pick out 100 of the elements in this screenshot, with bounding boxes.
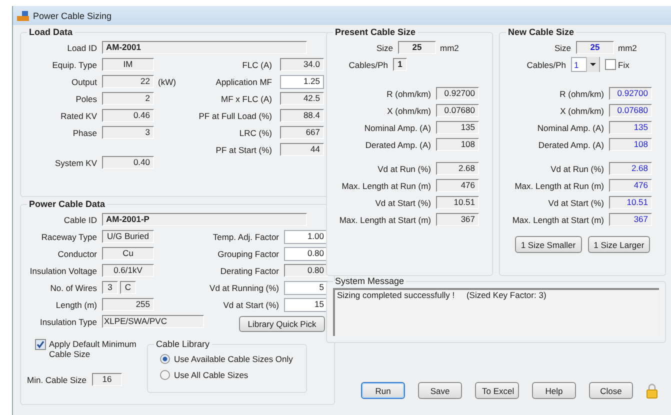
field-label: R (ohm/km) bbox=[558, 88, 605, 98]
size-step-button[interactable]: 1 Size Smaller bbox=[514, 236, 582, 253]
message-text: Sizing completed successfully ! (Sized Key Factor: 3) bbox=[333, 288, 659, 336]
value-field[interactable]: 0.07680 bbox=[436, 104, 479, 117]
value-field[interactable]: 16 bbox=[92, 373, 122, 386]
value-field[interactable]: 3 bbox=[102, 281, 118, 294]
value-field[interactable]: C bbox=[120, 281, 136, 294]
field-label: LRC (%) bbox=[238, 128, 273, 138]
panel-title: Power Cable Data bbox=[28, 199, 106, 209]
value-field[interactable]: 367 bbox=[609, 213, 652, 226]
field-label: Temp. Adj. Factor bbox=[212, 232, 280, 242]
field-label: Grouping Factor bbox=[216, 248, 280, 258]
value-field[interactable]: 135 bbox=[436, 121, 479, 134]
value-field[interactable]: IM bbox=[102, 58, 154, 71]
value-field[interactable]: 0.92700 bbox=[436, 87, 479, 100]
value-field[interactable]: 0.07680 bbox=[609, 104, 652, 117]
checkbox[interactable] bbox=[35, 339, 46, 350]
value-field[interactable]: 15 bbox=[284, 298, 328, 312]
size-field[interactable]: 25 bbox=[398, 41, 436, 54]
cable-id-field[interactable]: AM-2001-P bbox=[102, 213, 307, 226]
field-label: Insulation Voltage bbox=[28, 266, 98, 276]
field-label: Vd at Start (%) bbox=[374, 198, 432, 208]
field-label: Cables/Ph bbox=[526, 60, 567, 70]
lock-icon[interactable] bbox=[646, 382, 658, 398]
field-label: Cables/Ph bbox=[348, 60, 389, 70]
cables-dropdown[interactable]: 1 bbox=[571, 57, 600, 72]
value-field[interactable]: XLPE/SWA/PVC bbox=[102, 315, 204, 328]
value-field[interactable]: 34.0 bbox=[280, 58, 324, 71]
value-field[interactable]: 5 bbox=[284, 280, 328, 294]
panel-title: Present Cable Size bbox=[334, 27, 417, 37]
field-label: R (ohm/km) bbox=[386, 88, 432, 98]
value-field[interactable]: 1.00 bbox=[284, 230, 328, 244]
field-label: MF x FLC (A) bbox=[220, 94, 273, 104]
value-field[interactable]: 0.40 bbox=[102, 156, 154, 169]
field-label: Vd at Running (%) bbox=[208, 282, 280, 292]
value-field[interactable]: 108 bbox=[436, 138, 479, 151]
field-label: PF at Start (%) bbox=[214, 144, 273, 154]
value-field[interactable]: 1.25 bbox=[280, 74, 324, 88]
field-label: Max. Length at Run (m) bbox=[340, 180, 432, 190]
field-label: Min. Cable Size bbox=[27, 374, 88, 384]
field-label: Conductor bbox=[56, 248, 98, 258]
radio-label: Use Available Cable Sizes Only bbox=[174, 354, 293, 364]
value-field[interactable]: U/G Buried bbox=[102, 230, 154, 243]
field-label: FLC (A) bbox=[241, 60, 273, 70]
field-label: Phase bbox=[72, 128, 98, 138]
checkbox[interactable] bbox=[605, 59, 616, 70]
field-label: Vd at Start (%) bbox=[222, 300, 280, 310]
field-label: Nominal Amp. (A) bbox=[536, 122, 605, 132]
value-field[interactable]: 42.5 bbox=[280, 92, 324, 105]
value-field[interactable]: 1 bbox=[393, 58, 407, 71]
field-label: Rated KV bbox=[60, 110, 98, 120]
value-field[interactable]: 476 bbox=[609, 179, 652, 192]
value-field[interactable]: 2.68 bbox=[609, 162, 652, 175]
field-label: Cable ID bbox=[62, 214, 98, 224]
value-field[interactable]: 0.46 bbox=[102, 109, 154, 122]
action-button[interactable]: Run bbox=[361, 382, 405, 399]
action-button[interactable]: Save bbox=[418, 382, 462, 399]
value-field[interactable]: 0.80 bbox=[284, 264, 328, 277]
value-field[interactable]: 10.51 bbox=[436, 196, 479, 209]
radio-button[interactable] bbox=[160, 354, 170, 364]
value-field[interactable]: 3 bbox=[102, 126, 154, 139]
unit-label: mm2 bbox=[617, 42, 637, 52]
value-field[interactable]: 2.68 bbox=[436, 162, 479, 175]
action-button[interactable]: Help bbox=[532, 382, 576, 399]
radio-button[interactable] bbox=[160, 370, 170, 380]
value-field[interactable]: 44 bbox=[280, 143, 324, 156]
field-label: Derated Amp. (A) bbox=[364, 140, 432, 150]
value-field[interactable]: Cu bbox=[102, 247, 154, 260]
field-label: Poles bbox=[74, 94, 98, 104]
value-field[interactable]: 367 bbox=[436, 213, 479, 226]
field-label: Output bbox=[70, 76, 98, 86]
panel-title: System Message bbox=[334, 276, 406, 286]
value-field[interactable]: 2 bbox=[102, 92, 154, 105]
field-label: Vd at Run (%) bbox=[550, 164, 605, 174]
value-field[interactable]: 135 bbox=[609, 121, 652, 134]
load-id-field[interactable]: AM-2001 bbox=[102, 41, 307, 54]
library-quick-pick-button[interactable]: Library Quick Pick bbox=[239, 316, 325, 332]
value-field[interactable]: 0.92700 bbox=[609, 87, 652, 100]
value-field[interactable]: 0.6/1kV bbox=[102, 264, 154, 277]
unit-label: (kW) bbox=[157, 76, 176, 86]
value-field[interactable]: 10.51 bbox=[609, 196, 652, 209]
unit-label: mm2 bbox=[439, 42, 459, 52]
field-label: Max. Length at Run (m) bbox=[514, 180, 605, 190]
field-label: Nominal Amp. (A) bbox=[363, 122, 432, 132]
field-label: Derated Amp. (A) bbox=[537, 140, 605, 150]
value-field[interactable]: 108 bbox=[609, 138, 652, 151]
field-label: Max. Length at Start (m) bbox=[338, 214, 432, 224]
value-field[interactable]: 476 bbox=[436, 179, 479, 192]
radio-label: Use All Cable Sizes bbox=[174, 370, 248, 380]
action-button[interactable]: To Excel bbox=[475, 382, 519, 399]
size-field[interactable]: 25 bbox=[576, 41, 614, 54]
value-field[interactable]: 667 bbox=[280, 126, 324, 139]
field-label: No. of Wires bbox=[49, 282, 98, 292]
value-field[interactable]: 0.80 bbox=[284, 246, 328, 260]
field-label: Load ID bbox=[66, 42, 98, 52]
value-field[interactable]: 255 bbox=[102, 298, 154, 311]
action-button[interactable]: Close bbox=[589, 382, 633, 399]
value-field[interactable]: 88.4 bbox=[280, 109, 324, 122]
size-step-button[interactable]: 1 Size Larger bbox=[588, 236, 650, 253]
value-field[interactable]: 22 bbox=[102, 75, 154, 88]
